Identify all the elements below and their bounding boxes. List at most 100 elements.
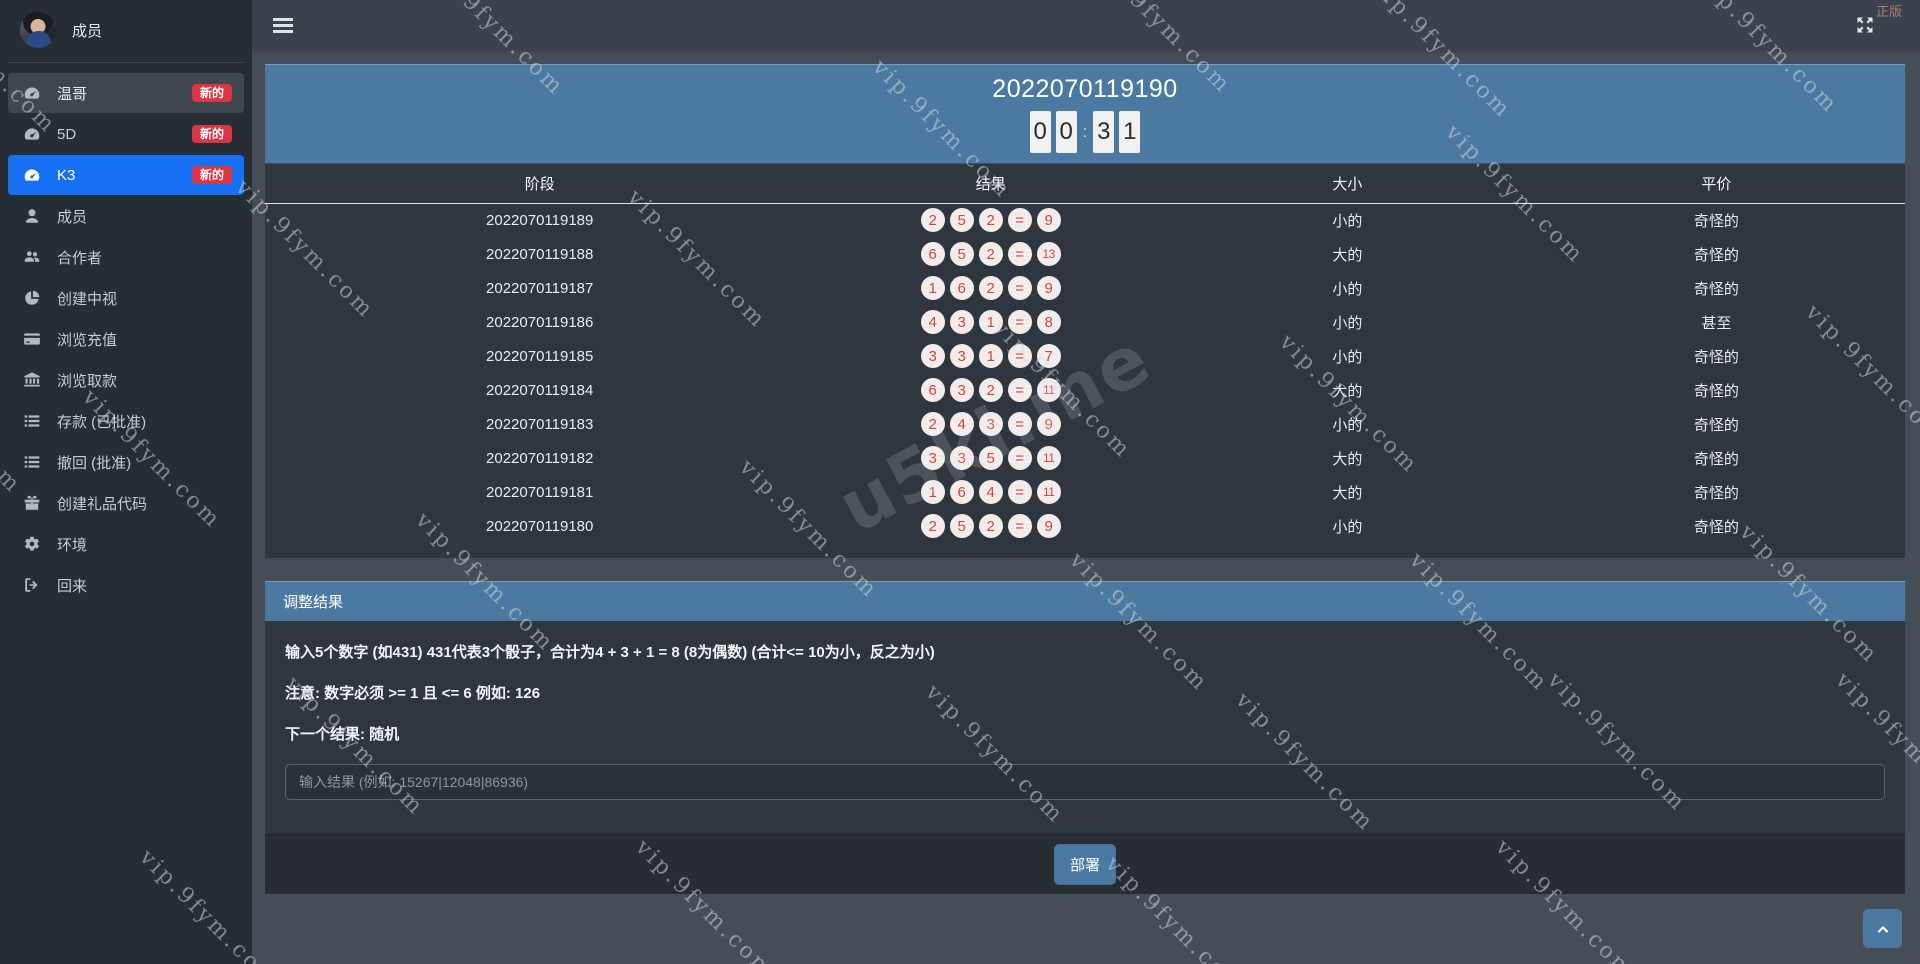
parity-cell: 奇怪的 — [1693, 348, 1739, 366]
parity-cell: 奇怪的 — [1693, 450, 1739, 468]
dice-ball: 2 — [920, 412, 945, 436]
tachometer-icon — [22, 166, 42, 184]
dice-ball: 2 — [920, 208, 945, 233]
adjust-instruction-line3: 下一个结果: 随机 — [285, 726, 400, 743]
countdown-timer: 00:31 — [1029, 111, 1141, 153]
new-badge: 新的 — [191, 125, 232, 143]
countdown-digit: 0 — [1029, 111, 1051, 153]
sidebar-item-4[interactable]: 成员 — [8, 196, 244, 236]
dice-ball: = — [1007, 412, 1032, 436]
size-cell: 大的 — [1332, 450, 1363, 468]
corner-watermark: 正版 — [1876, 4, 1903, 19]
adjust-card: 调整结果 输入5个数字 (如431) 431代表3个骰子，合计为4 + 3 + … — [265, 581, 1905, 894]
size-cell: 小的 — [1332, 518, 1363, 536]
dice-ball: 6 — [949, 480, 974, 504]
parity-cell: 奇怪的 — [1693, 518, 1739, 536]
column-header-4: 平价 — [1527, 164, 1905, 204]
column-header-3: 大小 — [1166, 164, 1528, 204]
result-cell: 6 5 2 = 13 — [814, 237, 1167, 271]
sidebar-item-13[interactable]: 回来 — [8, 565, 244, 605]
dice-ball: 4 — [949, 412, 974, 436]
dice-ball: 3 — [949, 344, 974, 368]
countdown-digit: 0 — [1055, 111, 1077, 153]
countdown-digit: 1 — [1119, 111, 1141, 153]
sidebar-item-label: 温哥 — [57, 85, 88, 103]
list-icon — [22, 412, 42, 430]
result-cell: 2 5 2 = 9 — [814, 203, 1167, 237]
parity-cell: 奇怪的 — [1693, 416, 1739, 434]
size-cell: 小的 — [1332, 348, 1363, 366]
sidebar-item-7[interactable]: 浏览充值 — [8, 319, 244, 359]
result-row: 2022070119181 1 6 4 = 11 大的 奇怪的 — [265, 475, 1905, 509]
scroll-top-button[interactable] — [1863, 909, 1902, 948]
deploy-button[interactable]: 部署 — [1053, 844, 1116, 885]
adjust-card-title: 调整结果 — [265, 581, 1905, 621]
column-header-1: 阶段 — [265, 164, 815, 204]
period-cell: 2022070119187 — [486, 279, 594, 297]
result-row: 2022070119189 2 5 2 = 9 小的 奇怪的 — [265, 203, 1905, 237]
sidebar-item-8[interactable]: 浏览取款 — [8, 360, 244, 400]
sidebar-divider — [8, 62, 244, 63]
user-icon — [22, 207, 42, 225]
menu-toggle-icon[interactable] — [273, 15, 293, 36]
current-period: 2022070119190 — [992, 75, 1178, 103]
dice-ball: 3 — [978, 412, 1003, 436]
sidebar-item-label: 创建中视 — [57, 290, 118, 308]
dice-ball: 9 — [1036, 412, 1061, 436]
adjust-instruction-line1: 输入5个数字 (如431) 431代表3个骰子，合计为4 + 3 + 1 = 8… — [285, 644, 935, 661]
dice-ball: = — [1007, 310, 1032, 334]
sidebar-item-12[interactable]: 环境 — [8, 524, 244, 564]
sidebar-item-11[interactable]: 创建礼品代码 — [8, 483, 244, 523]
size-cell: 大的 — [1332, 382, 1363, 400]
sign-out-icon — [22, 576, 42, 594]
result-row: 2022070119182 3 3 5 = 11 大的 奇怪的 — [265, 441, 1905, 475]
sidebar-item-label: 回来 — [57, 577, 88, 595]
sidebar-item-label: 5D — [57, 125, 77, 143]
sidebar-item-label: 浏览充值 — [57, 331, 118, 349]
result-input[interactable] — [285, 764, 1885, 800]
sidebar-item-9[interactable]: 存款 (已批准) — [8, 401, 244, 441]
sidebar-item-5[interactable]: 合作者 — [8, 237, 244, 277]
period-cell: 2022070119184 — [486, 381, 594, 399]
size-cell: 小的 — [1332, 280, 1363, 298]
sidebar-nav: 温哥 新的 5D 新的 K3 新的成员合作者创建中视浏览充值浏览取款 存款 (已批准) 撤回 … — [0, 73, 252, 605]
dice-ball: 2 — [978, 276, 1003, 300]
dice-ball: 3 — [949, 310, 974, 334]
content: 2022070119190 00:31 阶段 结果 大小 平价 20220701191… — [252, 50, 1920, 894]
size-cell: 小的 — [1332, 212, 1363, 230]
dice-ball: 5 — [949, 514, 974, 538]
topbar — [252, 0, 1920, 50]
gear-icon — [22, 535, 42, 553]
profile-name: 成员 — [72, 22, 103, 40]
sidebar-item-10[interactable]: 撤回 (批准) — [8, 442, 244, 482]
parity-cell: 奇怪的 — [1693, 382, 1739, 400]
results-header-row: 阶段 结果 大小 平价 — [265, 164, 1905, 204]
sidebar-item-2[interactable]: 5D 新的 — [8, 114, 244, 154]
dice-ball: 4 — [920, 310, 945, 334]
sidebar-item-6[interactable]: 创建中视 — [8, 278, 244, 318]
parity-cell: 奇怪的 — [1693, 484, 1739, 502]
adjust-card-body: 输入5个数字 (如431) 431代表3个骰子，合计为4 + 3 + 1 = 8… — [265, 621, 1905, 834]
sidebar-item-label: 环境 — [57, 536, 88, 554]
dice-ball: 11 — [1036, 446, 1061, 470]
fullscreen-icon[interactable] — [1855, 15, 1875, 35]
dice-ball: 7 — [1036, 344, 1061, 368]
sidebar-item-label: 成员 — [57, 208, 88, 226]
dice-ball: 1 — [920, 480, 945, 504]
size-cell: 大的 — [1332, 484, 1363, 502]
sidebar-item-1[interactable]: 温哥 新的 — [8, 73, 244, 113]
sidebar-item-3[interactable]: K3 新的 — [8, 155, 244, 195]
result-cell: 2 5 2 = 9 — [814, 509, 1167, 543]
result-row: 2022070119188 6 5 2 = 13 大的 奇怪的 — [265, 237, 1905, 271]
result-cell: 3 3 5 = 11 — [814, 441, 1167, 475]
results-table: 阶段 结果 大小 平价 2022070119189 2 5 2 = 9 小的 奇怪的 20220701… — [265, 164, 1905, 543]
dice-ball: 11 — [1036, 480, 1061, 504]
result-row: 2022070119183 2 4 3 = 9 小的 奇怪的 — [265, 407, 1905, 441]
period-cell: 2022070119188 — [486, 245, 594, 263]
dice-ball: 3 — [920, 446, 945, 470]
period-cell: 2022070119181 — [486, 483, 594, 501]
period-cell: 2022070119183 — [486, 415, 594, 433]
dice-ball: 3 — [920, 344, 945, 368]
dice-ball: 2 — [978, 242, 1003, 266]
dice-ball: 13 — [1036, 242, 1061, 266]
